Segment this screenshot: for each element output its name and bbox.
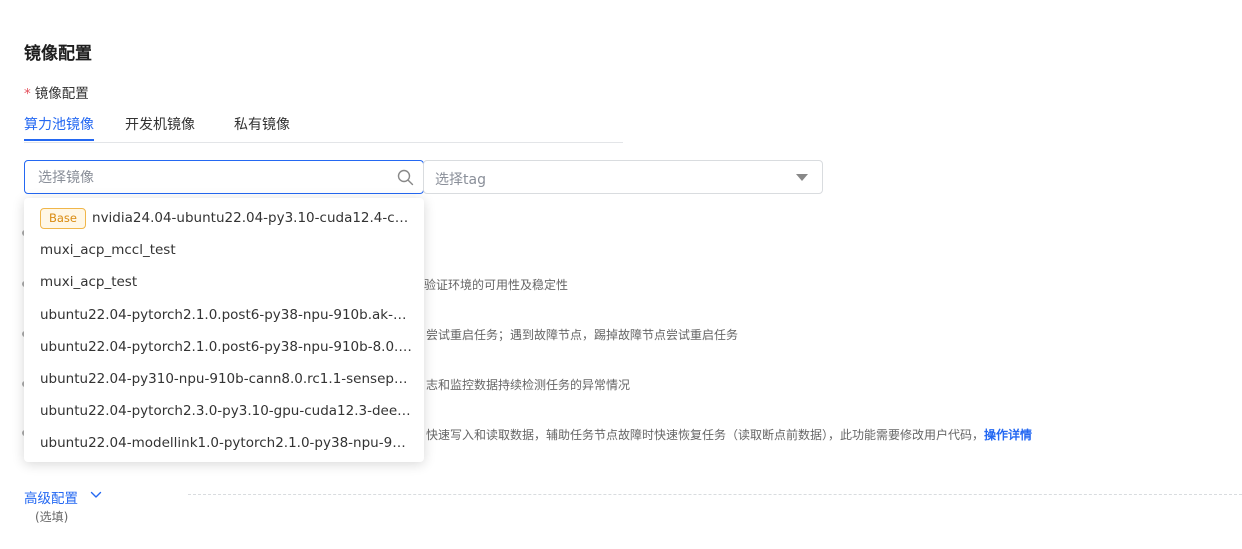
option-description: 快速写入和读取数据，辅助任务节点故障时快速恢复任务（读取断点前数据），此功能需要… [426,426,1032,443]
tag-select[interactable]: 选择tag [423,160,823,194]
dropdown-option[interactable]: muxi_acp_mccl_test [40,236,412,264]
tab-private-image[interactable]: 私有镜像 [234,114,290,134]
dropdown-option[interactable]: ubuntu22.04-pytorch2.1.0.post6-py38-npu-… [40,301,412,329]
active-tab-indicator [24,139,94,141]
chevron-down-icon[interactable] [90,490,102,500]
option-description: 尝试重启任务；遇到故障节点，踢掉故障节点尝试重启任务 [426,328,739,342]
dropdown-option[interactable]: ubuntu22.04-modellink1.0-pytorch2.1.0-py… [40,429,412,457]
dropdown-option[interactable]: ubuntu22.04-pytorch2.1.0.post6-py38-npu-… [40,333,412,361]
image-dropdown: Base nvidia24.04-ubuntu22.04-py3.10-cuda1… [24,198,424,462]
caret-down-icon [796,174,808,181]
image-search-input[interactable] [36,168,390,188]
image-search-box[interactable] [24,160,424,194]
dropdown-option[interactable]: ubuntu22.04-pytorch2.3.0-py3.10-gpu-cuda… [40,397,412,425]
base-badge: Base [40,207,87,229]
option-description: 志和监控数据持续检测任务的异常情况 [426,378,631,392]
dropdown-option[interactable]: muxi_acp_test [40,268,412,296]
dropdown-option-label: nvidia24.04-ubuntu22.04-py3.10-cuda12.4-… [92,210,412,226]
section-divider [188,494,1242,495]
dropdown-option[interactable]: Base nvidia24.04-ubuntu22.04-py3.10-cuda1… [40,204,412,232]
advanced-config-toggle[interactable]: 高级配置 [24,487,78,507]
tab-compute-pool-image[interactable]: 算力池镜像 [24,114,94,134]
image-config-label: * 镜像配置 [24,82,89,102]
section-title: 镜像配置 [24,44,92,64]
option-description: 验证环境的可用性及稳定性 [424,278,569,292]
option-description-text: 快速写入和读取数据，辅助任务节点故障时快速恢复任务（读取断点前数据），此功能需要… [426,428,985,442]
tag-select-placeholder: 选择tag [435,172,486,188]
tab-dev-machine-image[interactable]: 开发机镜像 [125,114,195,134]
search-icon[interactable] [397,169,414,186]
operation-details-link[interactable]: 操作详情 [984,428,1032,442]
required-mark: * [24,86,31,102]
dropdown-option[interactable]: ubuntu22.04-py310-npu-910b-cann8.0.rc1.1… [40,365,412,393]
image-source-tabs: 算力池镜像 开发机镜像 私有镜像 [24,111,623,143]
optional-note: (选填) [35,510,69,524]
field-label-text: 镜像配置 [34,86,89,102]
